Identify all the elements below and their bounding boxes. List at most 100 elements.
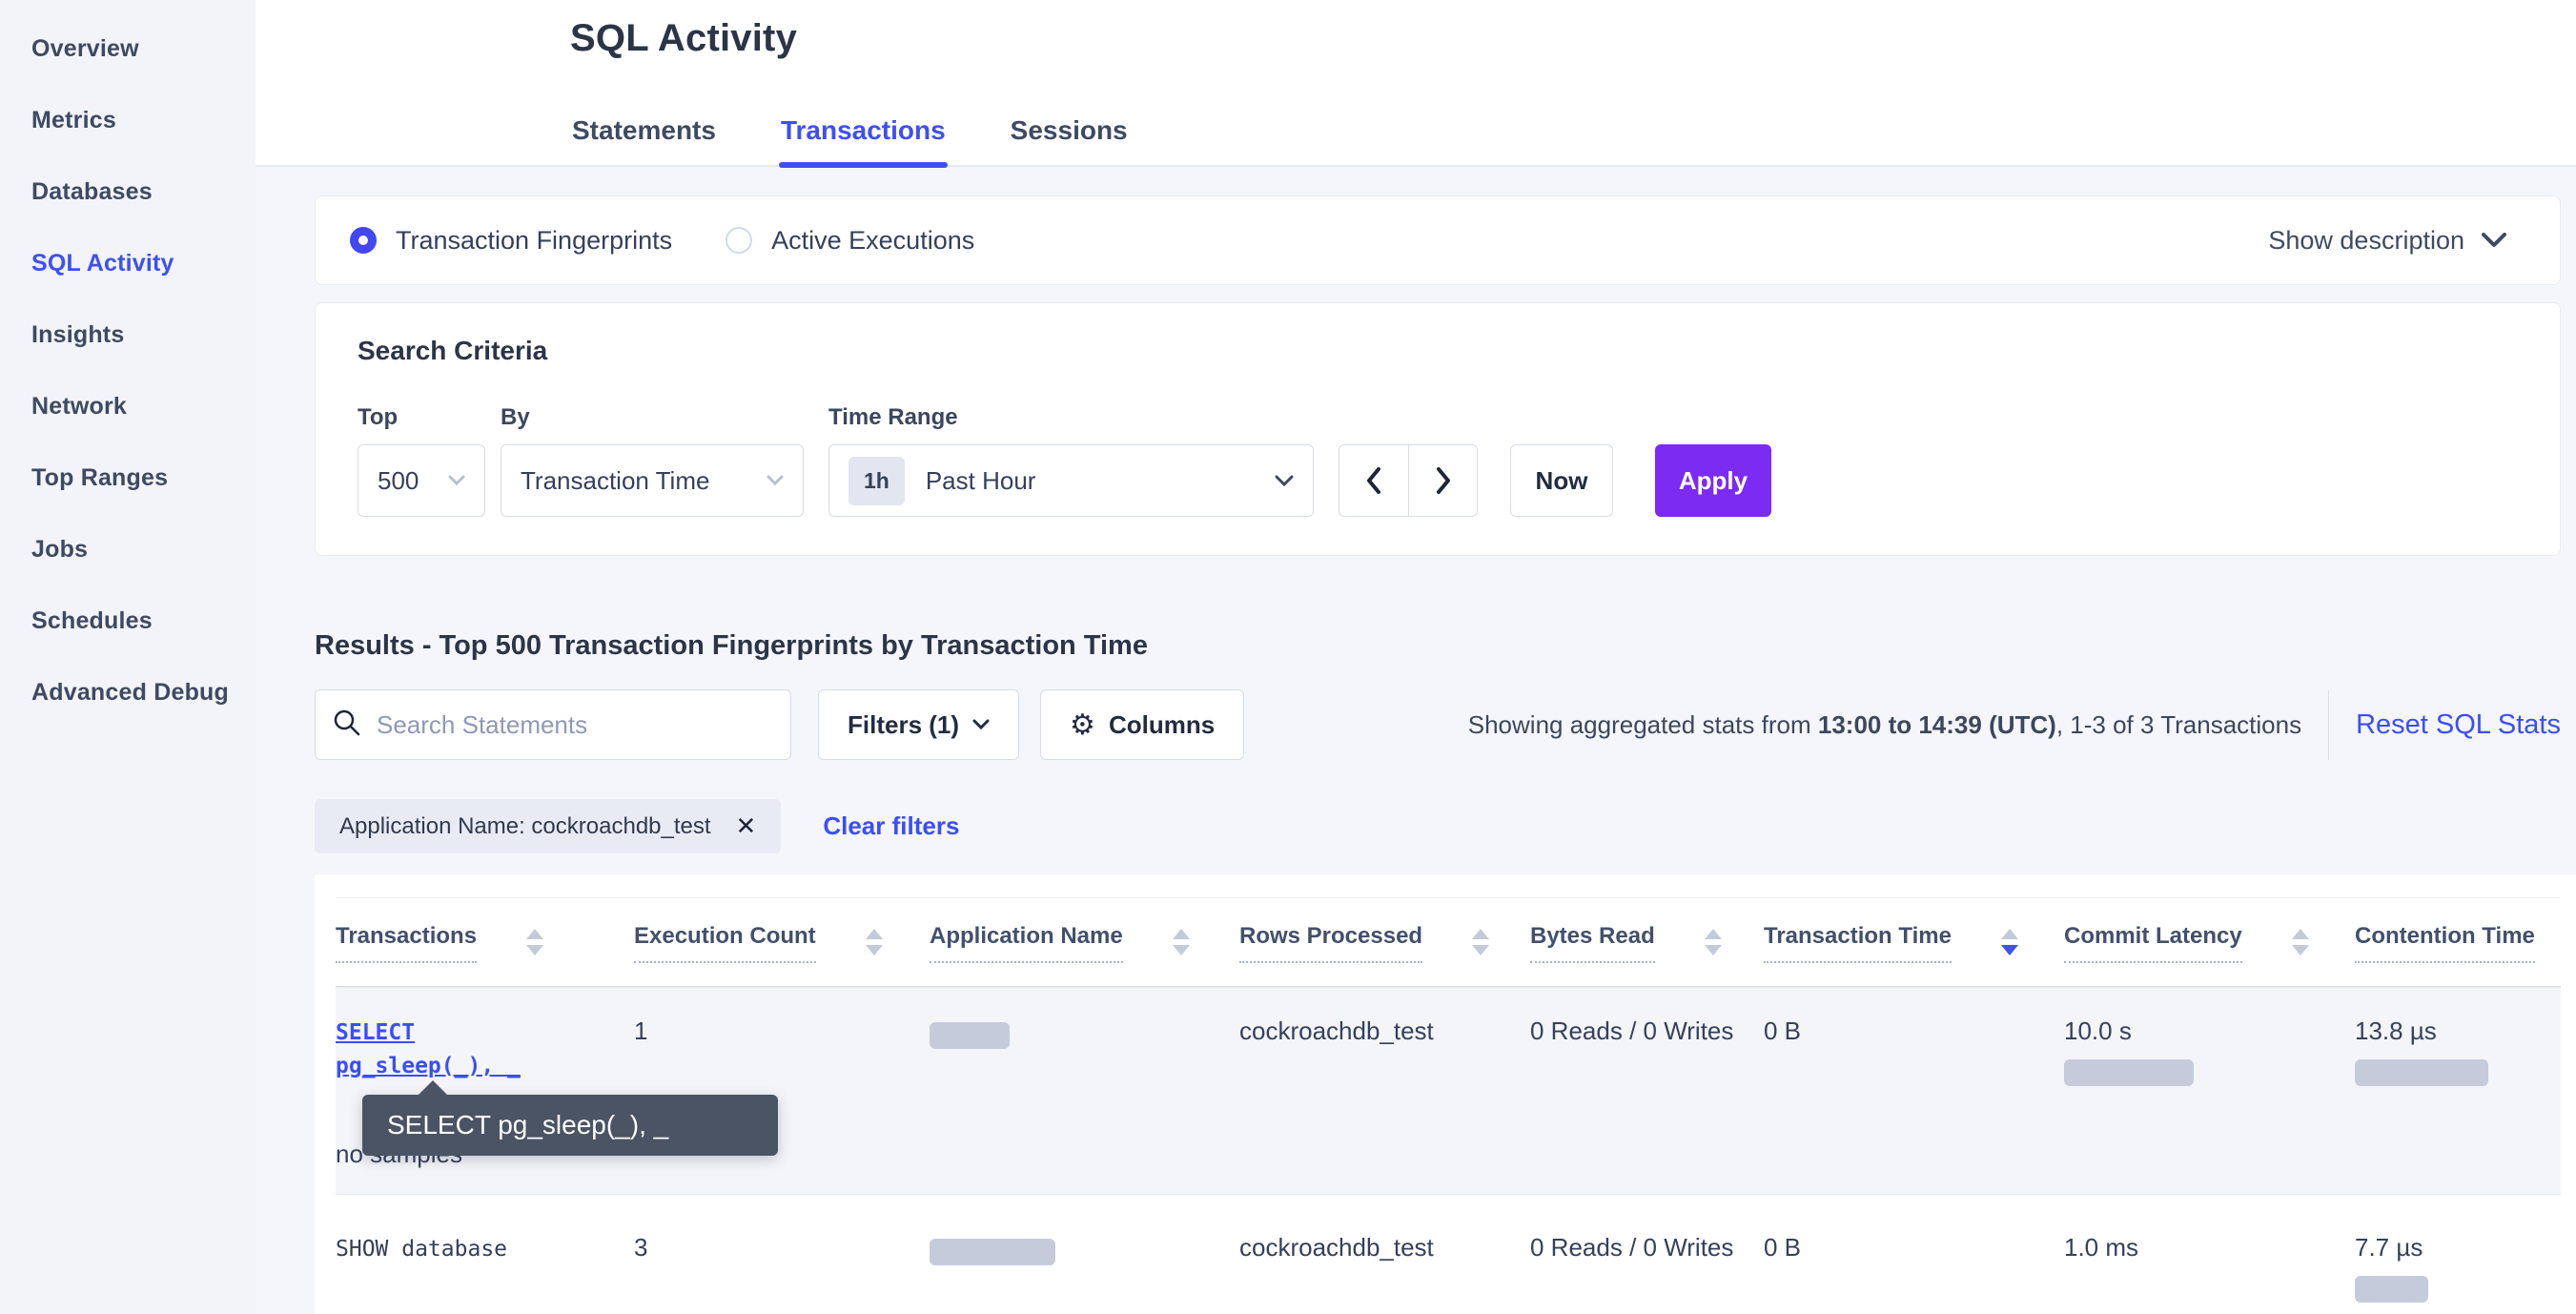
bytes-read-cell: 0 B bbox=[1764, 988, 2064, 1111]
apply-button[interactable]: Apply bbox=[1655, 444, 1771, 517]
commit-latency-cell: 13.8 µs bbox=[2355, 988, 2561, 1111]
sidebar-item-metrics[interactable]: Metrics bbox=[31, 85, 256, 156]
column-header-bytes-read[interactable]: Bytes Read bbox=[1530, 898, 1764, 986]
main-area: SQL Activity Statements Transactions Ses… bbox=[256, 0, 2576, 1314]
bar bbox=[2064, 1059, 2194, 1086]
sidebar-item-network[interactable]: Network bbox=[31, 371, 256, 442]
sidebar-item-insights[interactable]: Insights bbox=[31, 299, 256, 371]
radio-transaction-fingerprints[interactable]: Transaction Fingerprints bbox=[350, 226, 672, 256]
column-header-rows-processed[interactable]: Rows Processed bbox=[1239, 898, 1530, 986]
page-title: SQL Activity bbox=[256, 17, 2576, 60]
view-mode-card: Transaction Fingerprints Active Executio… bbox=[315, 195, 2561, 285]
column-header-contention-time[interactable]: Contention Time bbox=[2355, 898, 2561, 986]
tab-statements[interactable]: Statements bbox=[570, 110, 718, 165]
application-name-cell: cockroachdb_test bbox=[1239, 988, 1530, 1111]
sort-icon[interactable] bbox=[1705, 929, 1722, 955]
time-range-value: Past Hour bbox=[926, 466, 1036, 496]
radio-unselected-icon bbox=[726, 227, 752, 254]
remove-filter-icon[interactable]: ✕ bbox=[736, 811, 757, 841]
view-mode-radio-group: Transaction Fingerprints Active Executio… bbox=[350, 226, 974, 256]
commit-latency-cell: 7.7 µs bbox=[2355, 1195, 2561, 1314]
sidebar-item-schedules[interactable]: Schedules bbox=[31, 585, 256, 657]
execution-count-bar-cell bbox=[930, 988, 1239, 1111]
top-select[interactable]: 500 bbox=[358, 444, 485, 517]
show-description-label: Show description bbox=[2268, 226, 2464, 256]
sidebar-item-overview[interactable]: Overview bbox=[31, 13, 256, 85]
sort-icon-active[interactable] bbox=[2001, 929, 2018, 955]
sidebar: Overview Metrics Databases SQL Activity … bbox=[0, 0, 256, 1314]
transaction-fingerprint[interactable]: SHOW database bbox=[336, 1195, 569, 1314]
transaction-time-cell: 10.0 s bbox=[2064, 988, 2355, 1111]
sidebar-item-top-ranges[interactable]: Top Ranges bbox=[31, 442, 256, 514]
execution-count-bar-cell bbox=[930, 1195, 1239, 1314]
sort-icon[interactable] bbox=[526, 929, 543, 955]
execution-count-cell: 3 bbox=[634, 1195, 930, 1314]
next-time-range-button[interactable] bbox=[1408, 444, 1478, 517]
sidebar-item-jobs[interactable]: Jobs bbox=[31, 514, 256, 585]
bytes-read-cell: 0 B bbox=[1764, 1195, 2064, 1314]
search-criteria-card: Search Criteria Top By Time Range 500 Tr… bbox=[315, 302, 2561, 556]
table-row[interactable]: SELECT pg_sleep(_), _ 1 cockroachdb_test… bbox=[336, 987, 2561, 1194]
application-name-cell: cockroachdb_test bbox=[1239, 1195, 1530, 1314]
radio-label: Transaction Fingerprints bbox=[396, 226, 672, 256]
chevron-down-icon bbox=[1275, 475, 1294, 487]
column-header-transaction-time[interactable]: Transaction Time bbox=[1764, 898, 2064, 986]
sidebar-item-sql-activity[interactable]: SQL Activity bbox=[31, 228, 256, 299]
sort-icon[interactable] bbox=[1173, 929, 1190, 955]
show-description-toggle[interactable]: Show description bbox=[2268, 226, 2506, 256]
search-input[interactable] bbox=[377, 710, 773, 740]
clear-filters-link[interactable]: Clear filters bbox=[823, 811, 959, 841]
column-header-transactions[interactable]: Transactions bbox=[336, 898, 634, 986]
now-button[interactable]: Now bbox=[1510, 444, 1613, 517]
by-select[interactable]: Transaction Time bbox=[501, 444, 804, 517]
time-range-arrows bbox=[1339, 444, 1478, 517]
previous-time-range-button[interactable] bbox=[1339, 444, 1408, 517]
search-criteria-labels: Top By Time Range bbox=[358, 404, 2518, 431]
bar bbox=[930, 1022, 1010, 1049]
sidebar-item-databases[interactable]: Databases bbox=[31, 156, 256, 228]
radio-active-executions[interactable]: Active Executions bbox=[726, 226, 974, 256]
bar bbox=[930, 1239, 1055, 1265]
sort-icon[interactable] bbox=[1472, 929, 1489, 955]
by-label: By bbox=[501, 404, 828, 431]
transaction-fingerprint-link[interactable]: SELECT pg_sleep(_), _ bbox=[336, 988, 569, 1111]
filter-chip-label: Application Name: cockroachdb_test bbox=[339, 813, 711, 840]
aggregated-stats-text: Showing aggregated stats from 13:00 to 1… bbox=[1468, 710, 2301, 740]
search-criteria-controls: 500 Transaction Time 1h Past Hour bbox=[358, 444, 2518, 517]
filters-button[interactable]: Filters (1) bbox=[818, 689, 1019, 760]
transactions-table: Transactions Execution Count Application… bbox=[315, 874, 2576, 1314]
app-window: Overview Metrics Databases SQL Activity … bbox=[0, 0, 2576, 1314]
column-header-application-name[interactable]: Application Name bbox=[930, 898, 1239, 986]
tab-transactions[interactable]: Transactions bbox=[779, 110, 948, 165]
time-range-label: Time Range bbox=[828, 404, 958, 431]
bar bbox=[2355, 1059, 2488, 1086]
search-statements-field bbox=[315, 689, 791, 760]
chevron-down-icon bbox=[2482, 233, 2506, 248]
filter-chip-row: Application Name: cockroachdb_test ✕ Cle… bbox=[315, 799, 2561, 853]
reset-sql-stats-wrap: Reset SQL Stats bbox=[2328, 690, 2561, 760]
column-header-execution-count[interactable]: Execution Count bbox=[634, 898, 930, 986]
columns-label: Columns bbox=[1109, 710, 1215, 740]
content: Transaction Fingerprints Active Executio… bbox=[256, 167, 2576, 1314]
tab-sessions[interactable]: Sessions bbox=[1009, 110, 1130, 165]
sort-icon[interactable] bbox=[2292, 929, 2309, 955]
time-range-select[interactable]: 1h Past Hour bbox=[828, 444, 1314, 517]
gear-icon: ⚙ bbox=[1070, 708, 1095, 742]
time-range-badge: 1h bbox=[848, 457, 905, 505]
results-heading: Results - Top 500 Transaction Fingerprin… bbox=[315, 630, 2561, 662]
reset-sql-stats-link[interactable]: Reset SQL Stats bbox=[2356, 709, 2561, 740]
sort-icon[interactable] bbox=[866, 929, 883, 955]
table-header-row: Transactions Execution Count Application… bbox=[336, 897, 2561, 987]
column-header-commit-latency[interactable]: Commit Latency bbox=[2064, 898, 2355, 986]
radio-label: Active Executions bbox=[771, 226, 974, 256]
by-select-value: Transaction Time bbox=[521, 466, 709, 496]
sidebar-item-advanced-debug[interactable]: Advanced Debug bbox=[31, 657, 256, 729]
filters-label: Filters (1) bbox=[848, 710, 959, 740]
columns-button[interactable]: ⚙ Columns bbox=[1040, 689, 1244, 760]
chevron-down-icon bbox=[767, 475, 784, 486]
transaction-time-cell: 1.0 ms bbox=[2064, 1195, 2355, 1314]
table-row[interactable]: SHOW database 3 cockroachdb_test 0 Reads… bbox=[336, 1194, 2561, 1314]
search-criteria-heading: Search Criteria bbox=[358, 336, 2518, 366]
application-name-filter-chip: Application Name: cockroachdb_test ✕ bbox=[315, 799, 781, 853]
stats-time-range: 13:00 to 14:39 (UTC) bbox=[1818, 710, 2056, 739]
